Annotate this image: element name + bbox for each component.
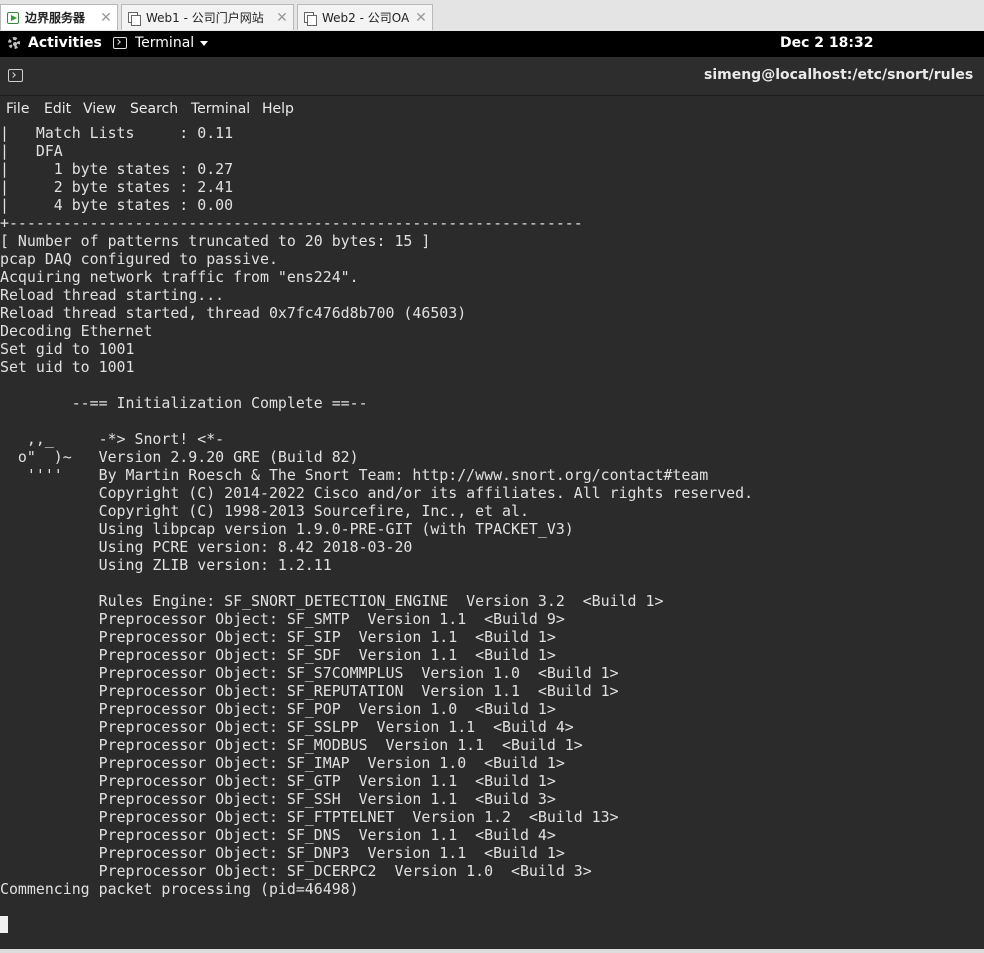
terminal-line: | 2 byte states : 2.41 bbox=[0, 178, 234, 196]
vm-tab-label: Web1 - 公司门户网站 bbox=[146, 11, 264, 25]
terminal-line: | 4 byte states : 0.00 bbox=[0, 196, 234, 214]
terminal-line: Rules Engine: SF_SNORT_DETECTION_ENGINE … bbox=[0, 592, 664, 610]
vm-tab-web1[interactable]: Web1 - 公司门户网站 ✕ bbox=[121, 4, 294, 30]
close-icon[interactable]: ✕ bbox=[98, 10, 114, 26]
gnome-logo-icon bbox=[8, 37, 20, 49]
terminal-line: [ Number of patterns truncated to 20 byt… bbox=[0, 232, 431, 250]
vm-tab-border-server[interactable]: 边界服务器 ✕ bbox=[0, 4, 118, 30]
terminal-window-icon bbox=[8, 69, 23, 82]
terminal-line: --== Initialization Complete ==-- bbox=[0, 394, 368, 412]
terminal-line: Preprocessor Object: SF_FTPTELNET Versio… bbox=[0, 808, 619, 826]
terminal-line: Acquiring network traffic from "ens224". bbox=[0, 268, 359, 286]
gnome-top-bar: Activities Terminal Dec 2 18:32 bbox=[0, 31, 984, 57]
menu-file[interactable]: File bbox=[6, 101, 29, 117]
terminal-line: Preprocessor Object: SF_SMTP Version 1.1… bbox=[0, 610, 565, 628]
menu-view[interactable]: View bbox=[83, 101, 116, 117]
terminal-icon bbox=[113, 37, 127, 49]
terminal-line: Preprocessor Object: SF_SIP Version 1.1 … bbox=[0, 628, 556, 646]
terminal-cursor bbox=[0, 916, 8, 933]
terminal-line: o" )~ Version 2.9.20 GRE (Build 82) bbox=[0, 448, 359, 466]
terminal-line: Set uid to 1001 bbox=[0, 358, 135, 376]
menu-help[interactable]: Help bbox=[262, 101, 294, 117]
menu-bar: File Edit View Search Terminal Help bbox=[0, 96, 984, 123]
activities-label: Activities bbox=[28, 35, 102, 51]
terminal-line: Preprocessor Object: SF_DCERPC2 Version … bbox=[0, 862, 592, 880]
terminal-line: Using PCRE version: 8.42 2018-03-20 bbox=[0, 538, 413, 556]
app-menu-label: Terminal bbox=[135, 35, 195, 51]
terminal-line: | Match Lists : 0.11 bbox=[0, 124, 234, 142]
terminal-line: Preprocessor Object: SF_IMAP Version 1.0… bbox=[0, 754, 565, 772]
terminal-line: | DFA bbox=[0, 142, 63, 160]
clock[interactable]: Dec 2 18:32 bbox=[780, 35, 873, 51]
terminal-text: | Match Lists : 0.11 | DFA | 1 byte stat… bbox=[0, 124, 984, 898]
terminal-line: ,,_ -*> Snort! <*- bbox=[0, 430, 225, 448]
terminal-line: Copyright (C) 1998-2013 Sourcefire, Inc.… bbox=[0, 502, 529, 520]
terminal-line: Preprocessor Object: SF_S7COMMPLUS Versi… bbox=[0, 664, 619, 682]
vm-tab-label: 边界服务器 bbox=[25, 11, 86, 25]
terminal-line: Decoding Ethernet bbox=[0, 322, 153, 340]
terminal-line: Preprocessor Object: SF_REPUTATION Versi… bbox=[0, 682, 619, 700]
vm-tab-web2[interactable]: Web2 - 公司OA ✕ bbox=[297, 4, 433, 30]
terminal-line: pcap DAQ configured to passive. bbox=[0, 250, 278, 268]
bottom-edge bbox=[0, 949, 984, 953]
close-icon[interactable]: ✕ bbox=[413, 10, 429, 26]
menu-edit[interactable]: Edit bbox=[44, 101, 71, 117]
vm-tab-label: Web2 - 公司OA bbox=[322, 11, 410, 25]
vm-icon bbox=[128, 11, 141, 26]
terminal-line: Preprocessor Object: SF_POP Version 1.0 … bbox=[0, 700, 556, 718]
terminal-line: Preprocessor Object: SF_GTP Version 1.1 … bbox=[0, 772, 556, 790]
window-header-bar: simeng@localhost:/etc/snort/rules bbox=[0, 57, 984, 96]
terminal-line: Using libpcap version 1.9.0-PRE-GIT (wit… bbox=[0, 520, 574, 538]
terminal-line: Preprocessor Object: SF_SSLPP Version 1.… bbox=[0, 718, 574, 736]
vm-tab-strip: 边界服务器 ✕ Web1 - 公司门户网站 ✕ Web2 - 公司OA ✕ bbox=[0, 0, 984, 32]
terminal-line: Commencing packet processing (pid=46498) bbox=[0, 880, 359, 898]
terminal-line: Preprocessor Object: SF_SDF Version 1.1 … bbox=[0, 646, 556, 664]
menu-search[interactable]: Search bbox=[130, 101, 178, 117]
terminal-line: Set gid to 1001 bbox=[0, 340, 135, 358]
close-icon[interactable]: ✕ bbox=[274, 10, 290, 26]
terminal-line: Preprocessor Object: SF_DNP3 Version 1.1… bbox=[0, 844, 565, 862]
menu-terminal[interactable]: Terminal bbox=[191, 101, 250, 117]
terminal-line: Preprocessor Object: SF_DNS Version 1.1 … bbox=[0, 826, 556, 844]
terminal-line: +---------------------------------------… bbox=[0, 214, 583, 232]
terminal-line: Reload thread started, thread 0x7fc476d8… bbox=[0, 304, 467, 322]
chevron-down-icon bbox=[200, 40, 209, 46]
app-menu-button[interactable]: Terminal bbox=[113, 35, 209, 51]
terminal-line: Preprocessor Object: SF_MODBUS Version 1… bbox=[0, 736, 583, 754]
terminal-line: | 1 byte states : 0.27 bbox=[0, 160, 234, 178]
terminal-output[interactable]: | Match Lists : 0.11 | DFA | 1 byte stat… bbox=[0, 123, 984, 949]
vm-icon bbox=[304, 11, 317, 26]
terminal-line: Preprocessor Object: SF_SSH Version 1.1 … bbox=[0, 790, 556, 808]
terminal-line: Reload thread starting... bbox=[0, 286, 225, 304]
vm-running-icon bbox=[7, 11, 19, 24]
terminal-line: '''' By Martin Roesch & The Snort Team: … bbox=[0, 466, 709, 484]
window-title: simeng@localhost:/etc/snort/rules bbox=[704, 67, 974, 83]
terminal-line: Using ZLIB version: 1.2.11 bbox=[0, 556, 332, 574]
terminal-line: Copyright (C) 2014-2022 Cisco and/or its… bbox=[0, 484, 754, 502]
activities-button[interactable]: Activities bbox=[8, 35, 102, 51]
